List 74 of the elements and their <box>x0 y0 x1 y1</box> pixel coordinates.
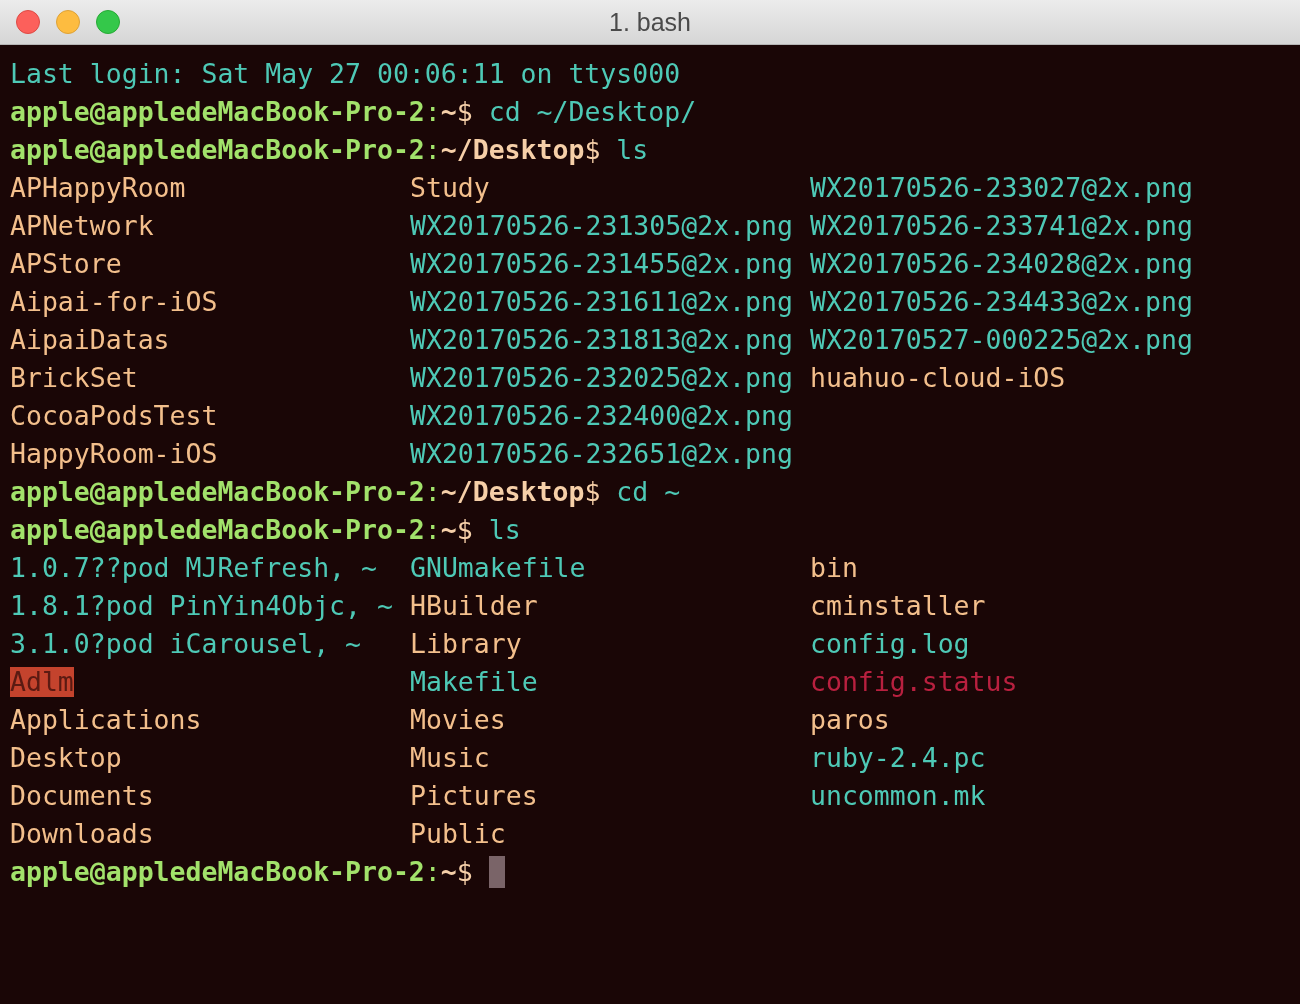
command-text: cd ~/Desktop/ <box>487 97 697 127</box>
file-name: WX20170526-231611@2x.png <box>410 287 793 317</box>
file-name: WX20170526-233027@2x.png <box>810 173 1193 203</box>
directory-name: Movies <box>410 705 506 735</box>
prompt-path: ~ <box>440 97 457 127</box>
prompt-separator: : <box>424 857 441 887</box>
prompt-path: ~/Desktop <box>440 477 585 507</box>
directory-name: Downloads <box>10 819 154 849</box>
file-name: WX20170526-232651@2x.png <box>410 439 793 469</box>
file-name: 3.1.0?pod iCarousel, ~ <box>10 629 361 659</box>
directory-name: BrickSet <box>10 363 138 393</box>
directory-name: Desktop <box>10 743 122 773</box>
directory-name: APHappyRoom <box>10 173 186 203</box>
prompt-user: apple@appledeMacBook-Pro-2 <box>10 477 425 507</box>
prompt-user: apple@appledeMacBook-Pro-2 <box>10 135 425 165</box>
prompt-user: apple@appledeMacBook-Pro-2 <box>10 857 425 887</box>
file-name: config.log <box>810 629 970 659</box>
prompt-symbol: $ <box>456 515 473 545</box>
prompt-separator: : <box>424 515 441 545</box>
directory-name: Applications <box>10 705 202 735</box>
prompt-separator: : <box>424 135 441 165</box>
prompt-path: ~/Desktop <box>440 135 585 165</box>
prompt-separator: : <box>424 477 441 507</box>
directory-name: APStore <box>10 249 122 279</box>
directory-name: Study <box>410 173 490 203</box>
directory-name: HBuilder <box>410 591 538 621</box>
file-name: WX20170526-231305@2x.png <box>410 211 793 241</box>
prompt-path: ~ <box>440 515 457 545</box>
file-name: 1.0.7??pod MJRefresh, ~ <box>10 553 377 583</box>
file-name: WX20170526-234433@2x.png <box>810 287 1193 317</box>
directory-name: bin <box>810 553 858 583</box>
file-name: WX20170526-233741@2x.png <box>810 211 1193 241</box>
prompt-symbol: $ <box>456 857 473 887</box>
directory-name: Public <box>410 819 506 849</box>
prompt-path: ~ <box>440 857 457 887</box>
directory-name: Documents <box>10 781 154 811</box>
file-name: Makefile <box>410 667 538 697</box>
directory-name: Adlm <box>10 667 74 697</box>
directory-name: cminstaller <box>810 591 986 621</box>
directory-name: AipaiDatas <box>10 325 170 355</box>
directory-name: Aipai-for-iOS <box>10 287 218 317</box>
file-name: uncommon.mk <box>810 781 986 811</box>
file-name: WX20170526-231813@2x.png <box>410 325 793 355</box>
window-title: 1. bash <box>609 7 691 37</box>
login-message: Last login: Sat May 27 00:06:11 on ttys000 <box>10 59 681 89</box>
zoom-button[interactable] <box>96 10 120 34</box>
directory-name: CocoaPodsTest <box>10 401 218 431</box>
directory-name: Pictures <box>410 781 538 811</box>
directory-name: APNetwork <box>10 211 154 241</box>
prompt-symbol: $ <box>584 477 601 507</box>
prompt-user: apple@appledeMacBook-Pro-2 <box>10 97 425 127</box>
executable-name: config.status <box>810 667 1018 697</box>
directory-name: HappyRoom-iOS <box>10 439 218 469</box>
prompt-symbol: $ <box>456 97 473 127</box>
command-text: ls <box>487 515 521 545</box>
command-text: cd ~ <box>615 477 681 507</box>
minimize-button[interactable] <box>56 10 80 34</box>
file-name: WX20170526-232400@2x.png <box>410 401 793 431</box>
file-name: WX20170526-231455@2x.png <box>410 249 793 279</box>
command-text: ls <box>615 135 649 165</box>
prompt-separator: : <box>424 97 441 127</box>
directory-name: paros <box>810 705 890 735</box>
directory-name: Music <box>410 743 490 773</box>
file-name: GNUmakefile <box>410 553 586 583</box>
file-name: WX20170526-234028@2x.png <box>810 249 1193 279</box>
file-name: 1.8.1?pod PinYin4Objc, ~ <box>10 591 393 621</box>
directory-name: Library <box>410 629 522 659</box>
prompt-symbol: $ <box>584 135 601 165</box>
prompt-user: apple@appledeMacBook-Pro-2 <box>10 515 425 545</box>
close-button[interactable] <box>16 10 40 34</box>
file-name: WX20170527-000225@2x.png <box>810 325 1193 355</box>
file-name: WX20170526-232025@2x.png <box>410 363 793 393</box>
file-name: ruby-2.4.pc <box>810 743 986 773</box>
directory-name: huahuo-cloud-iOS <box>810 363 1066 393</box>
